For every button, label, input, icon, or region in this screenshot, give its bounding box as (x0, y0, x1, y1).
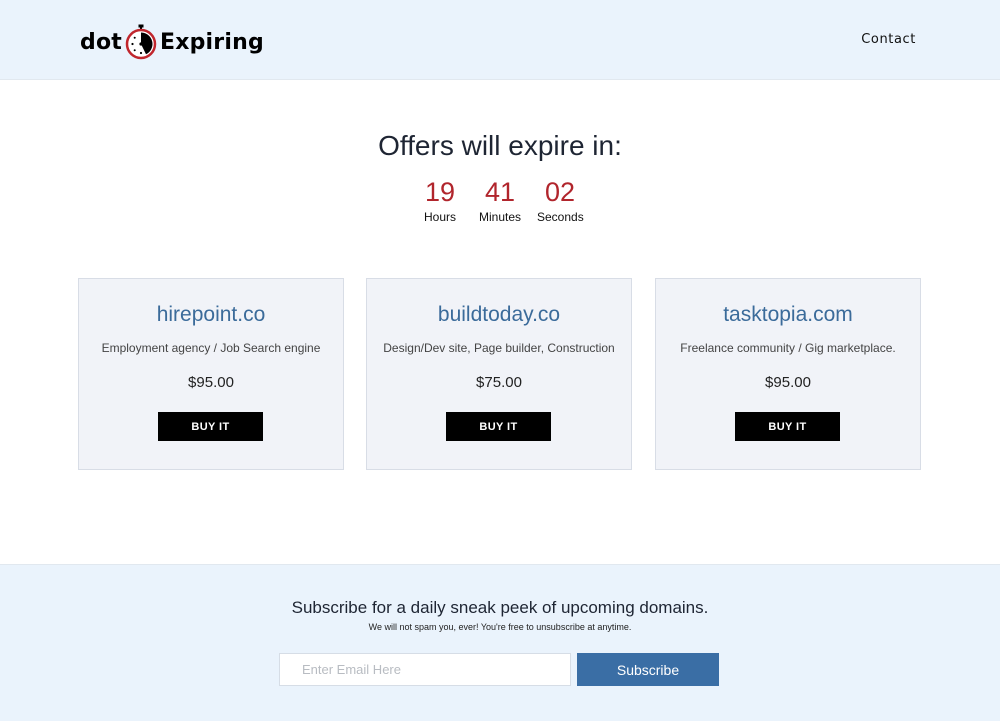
domain-card-buildtoday: buildtoday.co Design/Dev site, Page buil… (366, 278, 632, 470)
site-header: dot Expiring Contact (0, 0, 1000, 80)
domain-description: Employment agency / Job Search engine (101, 341, 321, 355)
stopwatch-icon (124, 24, 158, 60)
timer-minutes-value: 41 (484, 177, 516, 207)
timer-seconds-value: 02 (544, 177, 576, 207)
countdown-title: Offers will expire in: (378, 130, 622, 161)
subscribe-note: We will not spam you, ever! You're free … (368, 622, 632, 632)
domain-price: $75.00 (476, 374, 522, 391)
subscribe-title: Subscribe for a daily sneak peek of upco… (291, 598, 709, 617)
domain-link[interactable]: tasktopia.com (656, 303, 920, 327)
domain-link[interactable]: hirepoint.co (79, 303, 343, 327)
timer-seconds: 02 Seconds (537, 176, 584, 224)
timer-hours: 19 Hours (417, 176, 463, 224)
buy-it-button[interactable]: BUY IT (446, 412, 551, 441)
domain-link[interactable]: buildtoday.co (367, 303, 631, 327)
domain-price: $95.00 (188, 374, 234, 391)
timer-seconds-label: Seconds (537, 210, 584, 224)
domain-description: Design/Dev site, Page builder, Construct… (383, 341, 615, 355)
nav-contact-link[interactable]: Contact (861, 32, 916, 47)
timer-minutes-label: Minutes (478, 210, 522, 224)
buy-it-button[interactable]: BUY IT (158, 412, 263, 441)
domain-description: Freelance community / Gig marketplace. (680, 341, 896, 355)
logo-text-dot: dot (80, 29, 122, 55)
countdown-timer: 19 Hours 41 Minutes 02 Seconds (0, 176, 1000, 224)
timer-hours-label: Hours (423, 210, 456, 224)
domain-card-tasktopia: tasktopia.com Freelance community / Gig … (655, 278, 921, 470)
domain-price: $95.00 (765, 374, 811, 391)
subscribe-button[interactable]: Subscribe (577, 653, 719, 686)
buy-it-button[interactable]: BUY IT (735, 412, 840, 441)
site-logo[interactable]: dot Expiring (80, 22, 264, 62)
domain-card-hirepoint: hirepoint.co Employment agency / Job Sea… (78, 278, 344, 470)
subscribe-section: Subscribe for a daily sneak peek of upco… (0, 564, 1000, 721)
logo-text-expiring: Expiring (159, 29, 264, 55)
timer-hours-value: 19 (424, 177, 456, 207)
timer-minutes: 41 Minutes (477, 176, 523, 224)
email-input[interactable] (279, 653, 571, 686)
